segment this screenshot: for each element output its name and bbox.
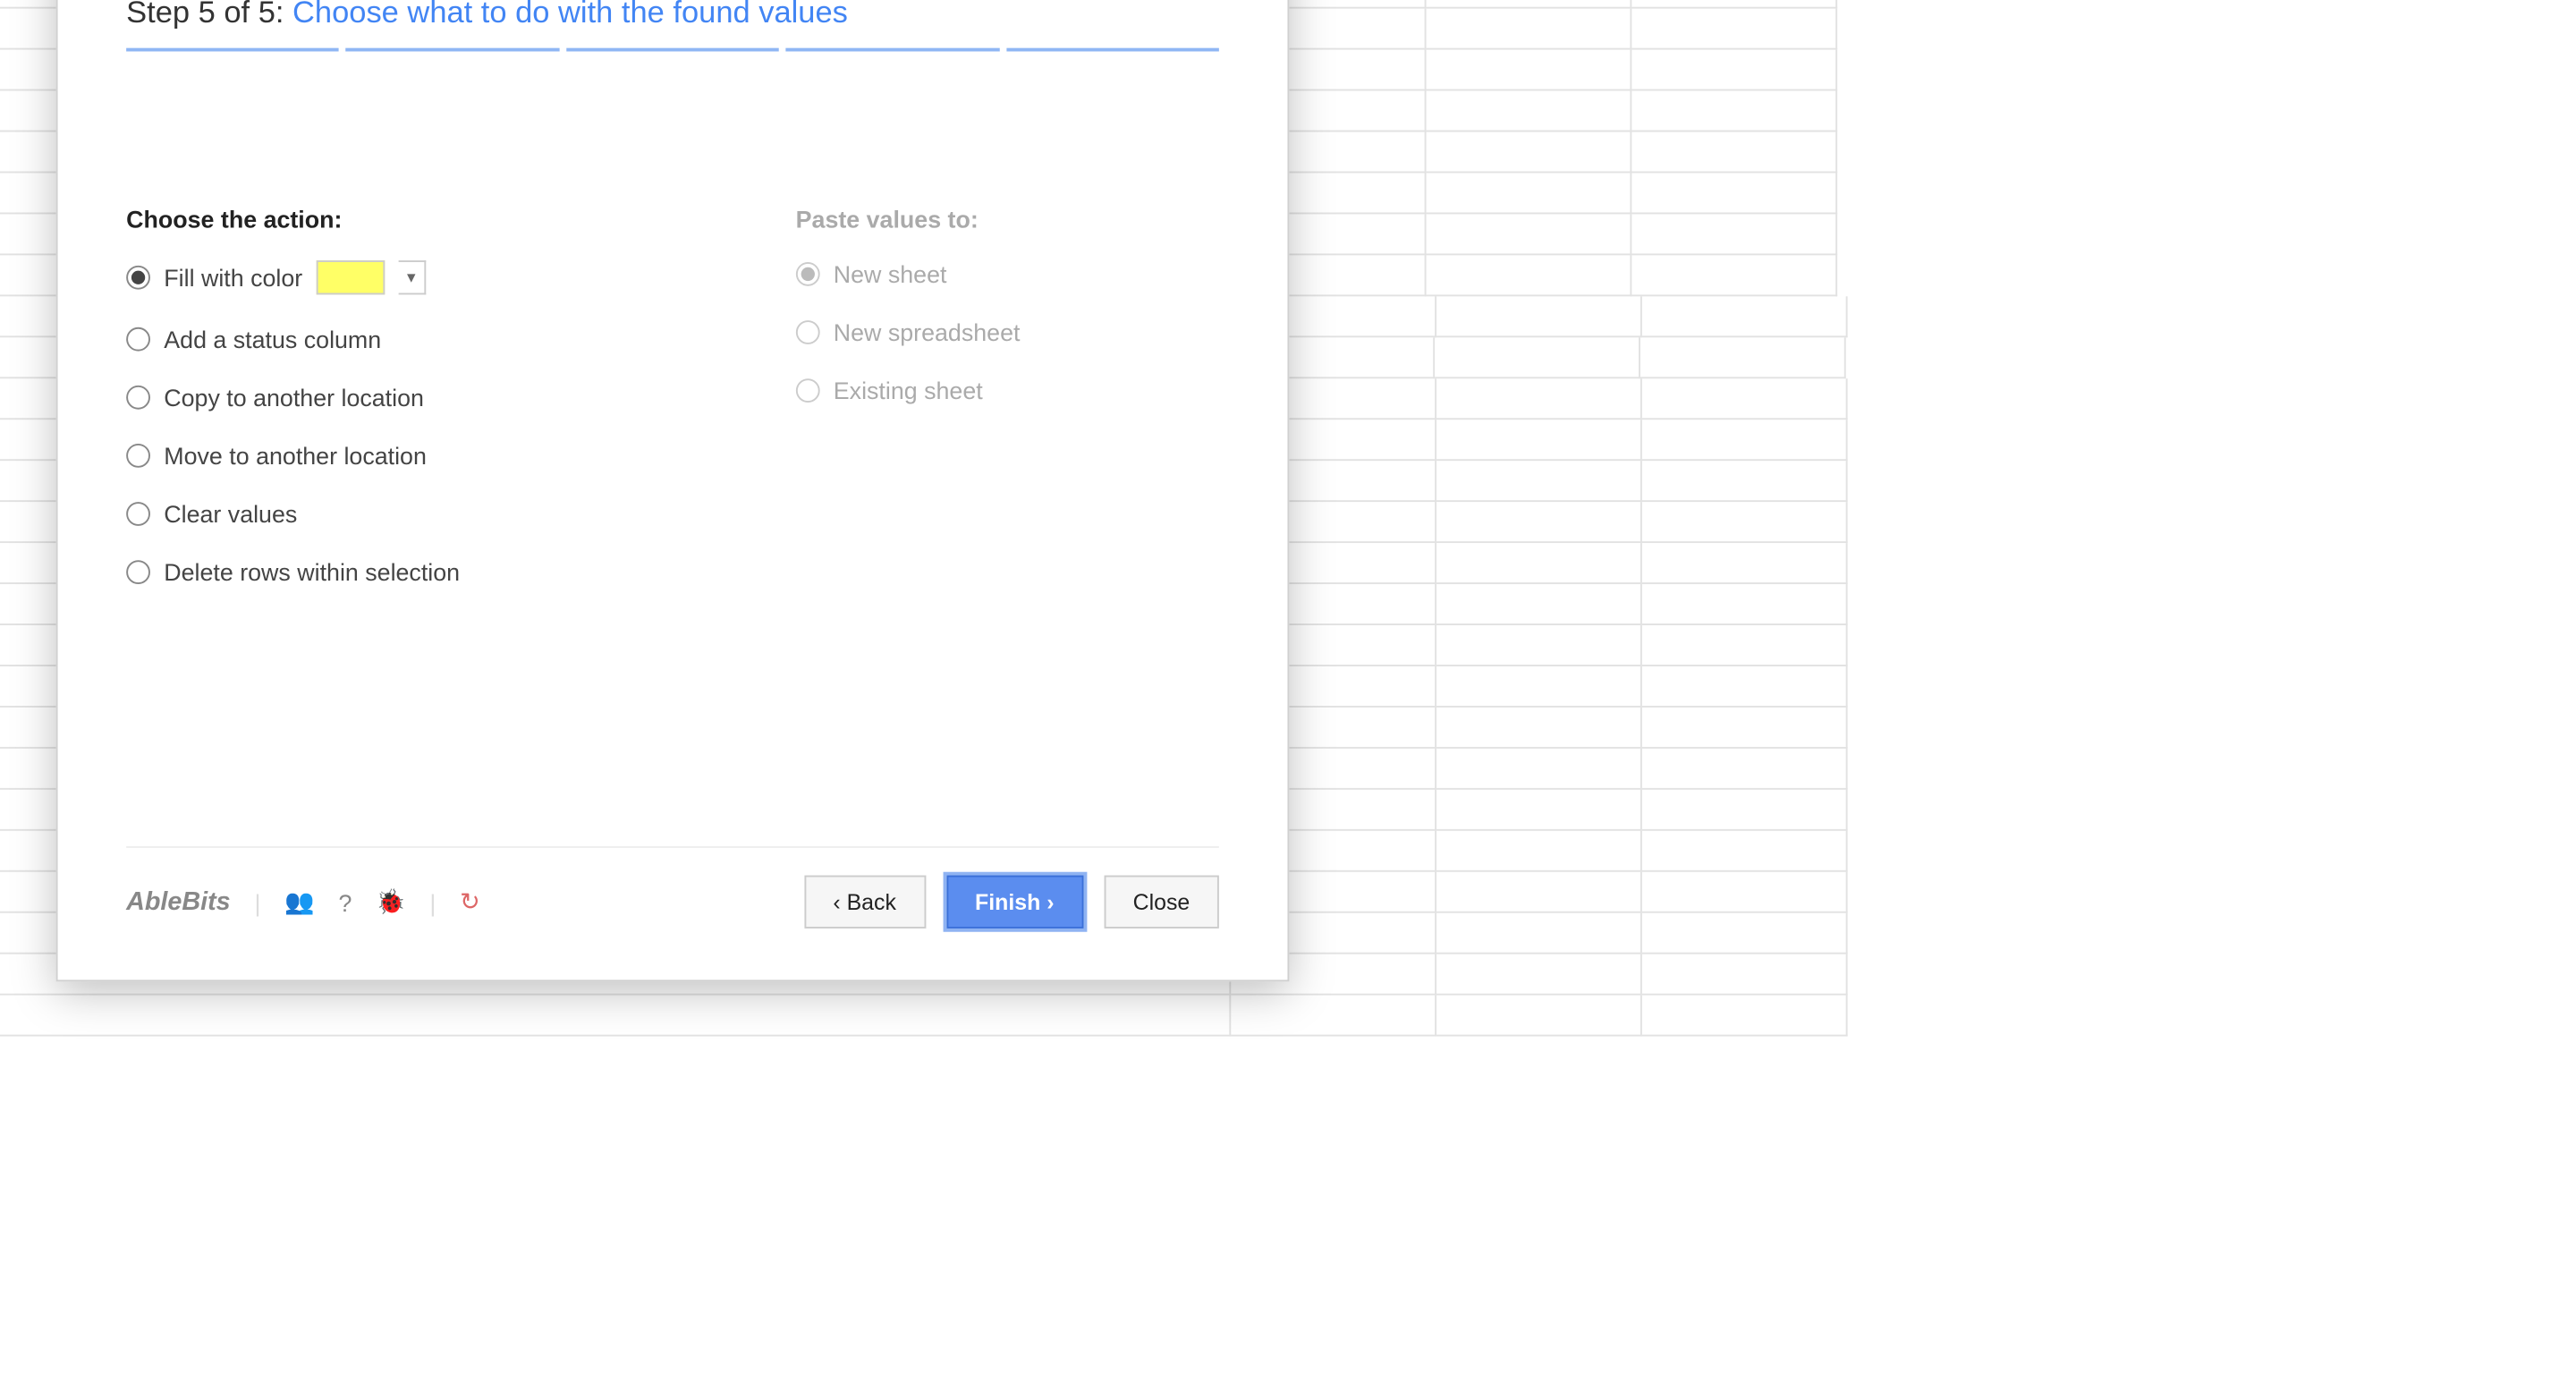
cell[interactable] <box>1632 50 1838 91</box>
radio-delete[interactable]: Delete rows within selection <box>126 558 727 586</box>
cell[interactable] <box>1642 913 1848 954</box>
cell[interactable] <box>1437 790 1643 831</box>
cell[interactable] <box>1642 502 1848 543</box>
cell[interactable] <box>1632 131 1838 173</box>
cell[interactable] <box>1632 91 1838 132</box>
cell[interactable] <box>1437 378 1643 420</box>
refresh-icon[interactable]: ↻ <box>460 887 479 917</box>
help-icon[interactable]: ? <box>338 888 352 916</box>
cell[interactable] <box>1436 337 1641 378</box>
cell[interactable] <box>1642 831 1848 872</box>
cell[interactable] <box>1437 954 1643 996</box>
cell[interactable] <box>1427 9 1632 50</box>
close-button[interactable]: Close <box>1104 876 1219 929</box>
cell[interactable] <box>1427 91 1632 132</box>
color-swatch[interactable] <box>317 260 386 294</box>
ablebits-logo: AbleBits <box>126 887 231 917</box>
radio-new-spreadsheet: New spreadsheet <box>796 318 1021 346</box>
cell[interactable] <box>1437 872 1643 913</box>
cell[interactable] <box>1642 625 1848 666</box>
cell[interactable] <box>1642 543 1848 584</box>
cell[interactable] <box>1642 872 1848 913</box>
cell[interactable] <box>1437 584 1643 625</box>
radio-clear[interactable]: Clear values <box>126 500 727 528</box>
cell[interactable] <box>1642 996 1848 1037</box>
cell[interactable] <box>1632 0 1838 9</box>
cell[interactable] <box>1437 461 1643 502</box>
dialog-step-label: Step 5 of 5: Choose what to do with the … <box>126 0 1219 31</box>
back-button[interactable]: ‹ Back <box>804 876 926 929</box>
cell[interactable] <box>1642 296 1848 337</box>
cell[interactable] <box>1437 749 1643 790</box>
cell[interactable] <box>1427 214 1632 255</box>
cell[interactable] <box>1632 214 1838 255</box>
finish-button[interactable]: Finish › <box>945 876 1083 929</box>
cell[interactable] <box>1437 996 1643 1037</box>
cell[interactable] <box>1642 420 1848 461</box>
cell[interactable] <box>1632 173 1838 214</box>
cell[interactable] <box>1642 378 1848 420</box>
action-header: Choose the action: <box>126 206 727 233</box>
cell[interactable] <box>1642 461 1848 502</box>
paste-header: Paste values to: <box>796 206 1021 233</box>
cell[interactable] <box>1427 255 1632 296</box>
radio-move[interactable]: Move to another location <box>126 442 727 470</box>
cell[interactable] <box>1437 625 1643 666</box>
cell[interactable] <box>1437 543 1643 584</box>
dialog-progress <box>126 48 1219 52</box>
color-dropdown-icon[interactable]: ▾ <box>398 260 426 294</box>
compare-dialog: ✕ Compare columns or sheets Step 5 of 5:… <box>56 0 1290 981</box>
cell[interactable] <box>1232 996 1437 1037</box>
bug-icon[interactable]: 🐞 <box>376 887 405 917</box>
cell[interactable] <box>1437 296 1643 337</box>
cell[interactable] <box>1437 913 1643 954</box>
cell[interactable] <box>1642 584 1848 625</box>
cell[interactable] <box>1427 0 1632 9</box>
cell-hidden <box>0 996 1232 1037</box>
cell[interactable] <box>1437 666 1643 708</box>
cell[interactable] <box>1632 9 1838 50</box>
cell[interactable] <box>1642 749 1848 790</box>
cell[interactable] <box>1427 173 1632 214</box>
community-icon[interactable]: 👥 <box>284 887 314 917</box>
radio-copy[interactable]: Copy to another location <box>126 384 727 411</box>
radio-fill-color[interactable]: Fill with color ▾ <box>126 260 727 294</box>
radio-status-col[interactable]: Add a status column <box>126 326 727 353</box>
cell[interactable] <box>1632 255 1838 296</box>
cell[interactable] <box>1642 954 1848 996</box>
cell[interactable] <box>1642 790 1848 831</box>
radio-new-sheet: New sheet <box>796 260 1021 288</box>
cell[interactable] <box>1437 831 1643 872</box>
radio-existing-sheet: Existing sheet <box>796 377 1021 404</box>
cell[interactable] <box>1437 708 1643 749</box>
cell[interactable] <box>1437 420 1643 461</box>
cell[interactable] <box>1642 666 1848 708</box>
cell[interactable] <box>1437 502 1643 543</box>
cell[interactable] <box>1427 131 1632 173</box>
cell[interactable] <box>1642 708 1848 749</box>
cell[interactable] <box>1427 50 1632 91</box>
cell[interactable] <box>1641 337 1847 378</box>
